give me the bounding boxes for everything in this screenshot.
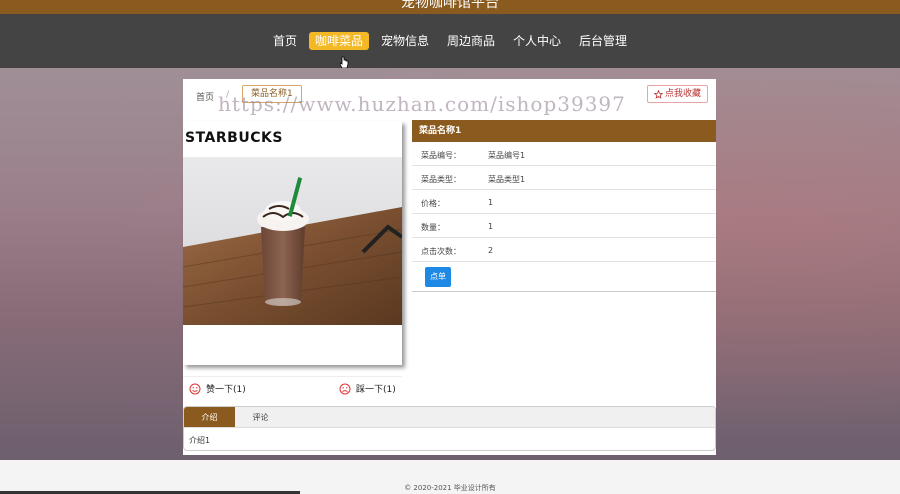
nav-item-merchandise[interactable]: 周边商品 (441, 32, 501, 50)
info-row: 数量： 1 (412, 214, 716, 238)
nav-item-coffee-dishes[interactable]: 咖啡菜品 (308, 32, 369, 50)
field-label: 菜品编号： (421, 151, 461, 160)
like-button[interactable]: 赞一下(1) (189, 382, 246, 395)
info-row: 价格： 1 (412, 190, 716, 214)
field-value: 1 (488, 222, 494, 231)
dislike-button[interactable]: 踩一下(1) (339, 382, 396, 395)
tab-introduction[interactable]: 介绍 (184, 407, 235, 427)
info-row: 菜品编号： 菜品编号1 (412, 142, 716, 166)
field-value: 2 (488, 246, 494, 255)
coffee-photo (183, 157, 402, 325)
field-label: 点击次数： (421, 247, 461, 256)
info-row: 菜品类型： 菜品类型1 (412, 166, 716, 190)
tab-bar: 介绍 评论 (184, 407, 715, 428)
tab-content: 介绍1 (189, 436, 211, 445)
field-value: 菜品编号1 (488, 151, 526, 160)
frown-icon (339, 383, 351, 394)
navbar: 首页 咖啡菜品 宠物信息 周边商品 个人中心 后台管理 (0, 14, 900, 69)
product-image: STARBUCKS (183, 121, 402, 365)
field-label: 数量： (421, 223, 445, 232)
field-value: 菜品类型1 (488, 175, 526, 184)
star-icon (653, 89, 663, 99)
field-label: 菜品类型： (421, 175, 461, 184)
main-nav: 首页 咖啡菜品 宠物信息 周边商品 个人中心 后台管理 (0, 32, 900, 50)
watermark-text: https://www.huzhan.com/ishop39397 (218, 92, 626, 116)
smile-icon (189, 383, 201, 394)
field-value: 1 (488, 198, 494, 207)
favorite-label: 点我收藏 (664, 89, 701, 99)
top-title-bar: 宠物咖啡馆平台 (0, 0, 900, 14)
product-name-header: 菜品名称1 (412, 120, 716, 142)
nav-item-user-center[interactable]: 个人中心 (507, 32, 567, 50)
info-row: 点击次数： 2 (412, 238, 716, 262)
nav-item-pet-info[interactable]: 宠物信息 (375, 32, 435, 50)
field-label: 价格： (421, 199, 445, 208)
product-info-panel: 菜品名称1 菜品编号： 菜品编号1 菜品类型： 菜品类型1 价格： 1 数量： … (412, 120, 716, 292)
tab-comments[interactable]: 评论 (235, 407, 286, 427)
like-label: 赞一下(1) (206, 385, 246, 395)
product-detail-card: 首页 / 菜品名称1 点我收藏 STARBUCKS 赞一下(1) 踩一下(1) … (183, 79, 716, 455)
order-button[interactable]: 点单 (425, 267, 451, 287)
detail-tabs: 介绍 评论 介绍1 (183, 406, 716, 451)
breadcrumb-home[interactable]: 首页 (196, 90, 214, 103)
dislike-label: 踩一下(1) (356, 385, 396, 395)
vote-bar: 赞一下(1) 踩一下(1) (183, 376, 402, 400)
nav-item-admin[interactable]: 后台管理 (573, 32, 633, 50)
site-title: 宠物咖啡馆平台 (401, 0, 499, 11)
order-row: 点单 (412, 262, 716, 292)
brand-logo-text: STARBUCKS (185, 130, 283, 146)
favorite-button[interactable]: 点我收藏 (646, 85, 708, 103)
footer: © 2020-2021 毕业设计所有 (0, 460, 900, 494)
nav-item-home[interactable]: 首页 (267, 32, 303, 50)
